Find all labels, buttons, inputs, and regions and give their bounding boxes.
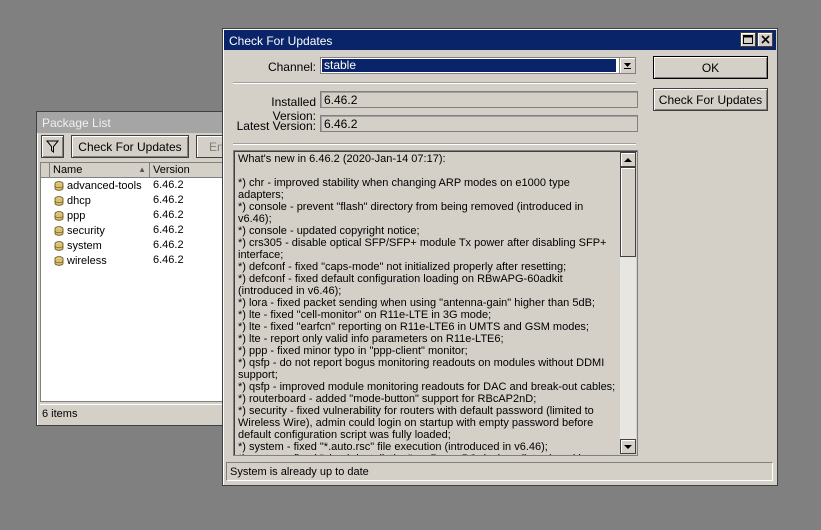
release-notes-text: What's new in 6.46.2 (2020-Jan-14 07:17)… xyxy=(238,153,616,455)
latest-version-field: 6.46.2 xyxy=(320,115,638,132)
package-list-title[interactable]: Package List xyxy=(37,112,235,133)
scroll-down-icon xyxy=(624,444,632,449)
package-rows: advanced-tools 6.46.2 dhcp 6.46.2 ppp 6.46.2 s… xyxy=(41,178,233,268)
package-icon xyxy=(54,241,64,251)
scroll-up-button[interactable] xyxy=(620,152,636,167)
package-version-cell: 6.46.2 xyxy=(153,239,184,251)
channel-dropdown-button[interactable] xyxy=(619,58,635,73)
package-version-cell: 6.46.2 xyxy=(153,254,184,266)
package-icon xyxy=(54,256,64,266)
sort-arrow-icon: ▲ xyxy=(138,165,146,174)
check-for-updates-window[interactable]: Check For Updates Channel: stable Instal… xyxy=(222,28,778,486)
filter-button[interactable] xyxy=(41,135,64,158)
package-check-updates-button[interactable]: Check For Updates xyxy=(71,135,189,158)
chevron-down-icon xyxy=(624,63,631,69)
channel-select[interactable]: stable xyxy=(320,57,636,74)
package-name-cell: advanced-tools xyxy=(50,178,150,193)
package-icon xyxy=(54,211,64,221)
window-title: Check For Updates xyxy=(229,34,333,48)
column-header-name[interactable]: Name ▲ xyxy=(50,163,150,177)
channel-label: Channel: xyxy=(267,60,316,74)
release-notes-scrollbar[interactable] xyxy=(620,152,636,454)
scroll-up-icon xyxy=(624,157,632,162)
close-button[interactable] xyxy=(757,32,773,47)
scroll-thumb[interactable] xyxy=(620,167,636,257)
package-icon xyxy=(54,226,64,236)
installed-version-field: 6.46.2 xyxy=(320,91,638,108)
maximize-icon xyxy=(743,35,753,44)
package-list-window[interactable]: Package List Check For Updates En Name ▲… xyxy=(36,111,236,426)
filter-icon xyxy=(46,140,59,153)
package-list-toolbar: Check For Updates En xyxy=(40,135,235,159)
check-for-updates-titlebar[interactable]: Check For Updates xyxy=(224,30,776,50)
table-row[interactable]: system 6.46.2 xyxy=(41,238,233,253)
check-for-updates-button[interactable]: Check For Updates xyxy=(653,88,768,111)
release-notes-box[interactable]: What's new in 6.46.2 (2020-Jan-14 07:17)… xyxy=(233,150,638,456)
table-row[interactable]: security 6.46.2 xyxy=(41,223,233,238)
table-row[interactable]: wireless 6.46.2 xyxy=(41,253,233,268)
separator xyxy=(233,143,636,145)
scroll-down-button[interactable] xyxy=(620,439,636,454)
package-name-cell: security xyxy=(50,223,150,238)
latest-version-label: Latest Version: xyxy=(236,119,316,133)
ok-button[interactable]: OK xyxy=(653,56,768,79)
package-list-status: 6 items xyxy=(40,404,234,422)
separator xyxy=(233,82,636,84)
package-version-cell: 6.46.2 xyxy=(153,209,184,221)
column-header-version[interactable]: Version xyxy=(150,163,233,177)
close-icon xyxy=(760,35,770,44)
package-table: Name ▲ Version advanced-tools 6.46.2 dhcp 6… xyxy=(40,162,234,402)
package-name-cell: wireless xyxy=(50,253,150,268)
table-header: Name ▲ Version xyxy=(41,163,233,178)
table-row[interactable]: dhcp 6.46.2 xyxy=(41,193,233,208)
table-row[interactable]: ppp 6.46.2 xyxy=(41,208,233,223)
package-version-cell: 6.46.2 xyxy=(153,179,184,191)
package-name-cell: dhcp xyxy=(50,193,150,208)
table-row[interactable]: advanced-tools 6.46.2 xyxy=(41,178,233,193)
package-icon xyxy=(54,181,64,191)
maximize-button[interactable] xyxy=(740,32,756,47)
channel-value: stable xyxy=(321,58,617,73)
package-version-cell: 6.46.2 xyxy=(153,224,184,236)
package-version-cell: 6.46.2 xyxy=(153,194,184,206)
status-bar: System is already up to date xyxy=(226,462,773,481)
package-icon xyxy=(54,196,64,206)
package-name-cell: system xyxy=(50,238,150,253)
package-name-cell: ppp xyxy=(50,208,150,223)
